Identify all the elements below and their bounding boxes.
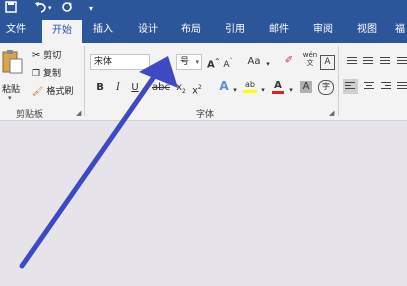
tab-references[interactable]: 引用	[218, 17, 252, 43]
undo-icon[interactable]	[34, 1, 48, 16]
clear-format-icon[interactable]: ✐	[282, 55, 296, 67]
font-launcher-icon[interactable]: ◢	[329, 109, 334, 117]
tab-review[interactable]: 审阅	[306, 17, 340, 43]
shrink-font-icon[interactable]: Aˇ	[222, 56, 234, 71]
align-right-icon[interactable]	[381, 82, 391, 92]
phonetic-guide-icon[interactable]: wén 文	[302, 51, 318, 67]
chevron-down-icon: ▾	[195, 58, 199, 66]
change-case-label: Aa	[247, 56, 261, 67]
tab-home[interactable]: 开始	[42, 20, 82, 43]
superscript-icon[interactable]: x2	[191, 82, 203, 97]
format-painter-label: 格式刷	[46, 87, 74, 97]
separator	[84, 46, 85, 116]
enclose-char-icon[interactable]: 字	[318, 80, 334, 95]
cut-button[interactable]: ✂ 剪切	[32, 49, 61, 63]
font-name-select[interactable]: 宋体	[90, 54, 150, 70]
tab-insert[interactable]: 插入	[86, 17, 120, 43]
align-left-button[interactable]	[343, 79, 358, 94]
numbering-icon[interactable]	[363, 57, 373, 67]
scissors-icon: ✂	[32, 50, 41, 61]
tab-file[interactable]: 文件	[0, 17, 32, 43]
subscript-icon[interactable]: x2	[175, 82, 187, 98]
paste-button[interactable]: 粘贴 ▾	[2, 47, 24, 102]
paste-dropdown-icon: ▾	[8, 94, 12, 102]
italic-icon[interactable]: I	[113, 82, 123, 94]
tab-more[interactable]: 福	[392, 17, 407, 43]
multilevel-list-icon[interactable]	[380, 57, 390, 67]
font-name-value: 宋体	[94, 57, 113, 67]
undo-dropdown-icon[interactable]: ▾	[48, 1, 52, 16]
text-effects-icon[interactable]: A	[218, 80, 230, 92]
highlight-dropdown-icon[interactable]: ▾	[259, 84, 267, 96]
customize-icon[interactable]: ▾	[89, 1, 93, 16]
cut-label: 剪切	[43, 51, 62, 61]
align-center-icon[interactable]	[364, 82, 374, 92]
copy-icon: ❐	[32, 69, 41, 79]
tab-mailings[interactable]: 邮件	[262, 17, 296, 43]
clipboard-launcher-icon[interactable]: ◢	[76, 109, 81, 117]
title-bar: ▾ ▾	[0, 0, 407, 17]
clipboard-group-label: 剪贴板	[16, 110, 44, 120]
document-area[interactable]	[0, 121, 407, 286]
char-border-icon[interactable]: A	[320, 55, 335, 70]
char-shading-icon[interactable]: A	[300, 81, 312, 93]
phonetic-guide-label: wén	[302, 51, 318, 59]
font-size-select[interactable]: 号 ▾	[176, 54, 202, 70]
clipboard-icon	[2, 50, 23, 74]
ribbon: 粘贴 ▾ ✂ 剪切 ❐ 复制 🖌 格式刷 剪贴板 ◢ 宋体 号 ▾ A^ Aˇ …	[0, 43, 407, 121]
grow-font-icon[interactable]: A^	[207, 56, 220, 71]
change-case-dropdown-icon[interactable]: ▾	[264, 58, 272, 70]
decrease-indent-icon[interactable]	[397, 57, 407, 67]
font-color-icon[interactable]: A	[272, 80, 284, 94]
format-painter-button[interactable]: 🖌 格式刷	[32, 86, 73, 99]
change-case-icon[interactable]: Aa	[246, 56, 262, 68]
bullets-icon[interactable]	[347, 57, 357, 67]
underline-icon[interactable]: U	[130, 82, 140, 94]
redo-icon[interactable]	[61, 1, 73, 16]
align-left-icon	[345, 82, 355, 92]
font-group-label: 字体	[196, 110, 215, 120]
separator	[338, 46, 339, 116]
highlight-icon[interactable]: ab	[243, 79, 257, 93]
copy-button[interactable]: ❐ 复制	[32, 68, 61, 81]
strikethrough-icon[interactable]: abc	[152, 82, 170, 94]
ribbon-tab-bar: 文件 开始 插入 设计 布局 引用 邮件 审阅 视图 福	[0, 17, 407, 43]
save-icon[interactable]	[5, 1, 17, 16]
brush-icon: 🖌	[32, 87, 44, 97]
text-effects-dropdown-icon[interactable]: ▾	[231, 84, 239, 96]
bold-icon[interactable]: B	[95, 82, 105, 94]
justify-icon[interactable]	[397, 82, 407, 92]
tab-layout[interactable]: 布局	[174, 17, 208, 43]
underline-dropdown-icon[interactable]: ▾	[140, 84, 148, 96]
tab-view[interactable]: 视图	[350, 17, 384, 43]
font-size-value: 号	[180, 57, 190, 67]
tab-design[interactable]: 设计	[131, 17, 165, 43]
font-color-dropdown-icon[interactable]: ▾	[287, 84, 295, 96]
copy-label: 复制	[42, 69, 61, 79]
